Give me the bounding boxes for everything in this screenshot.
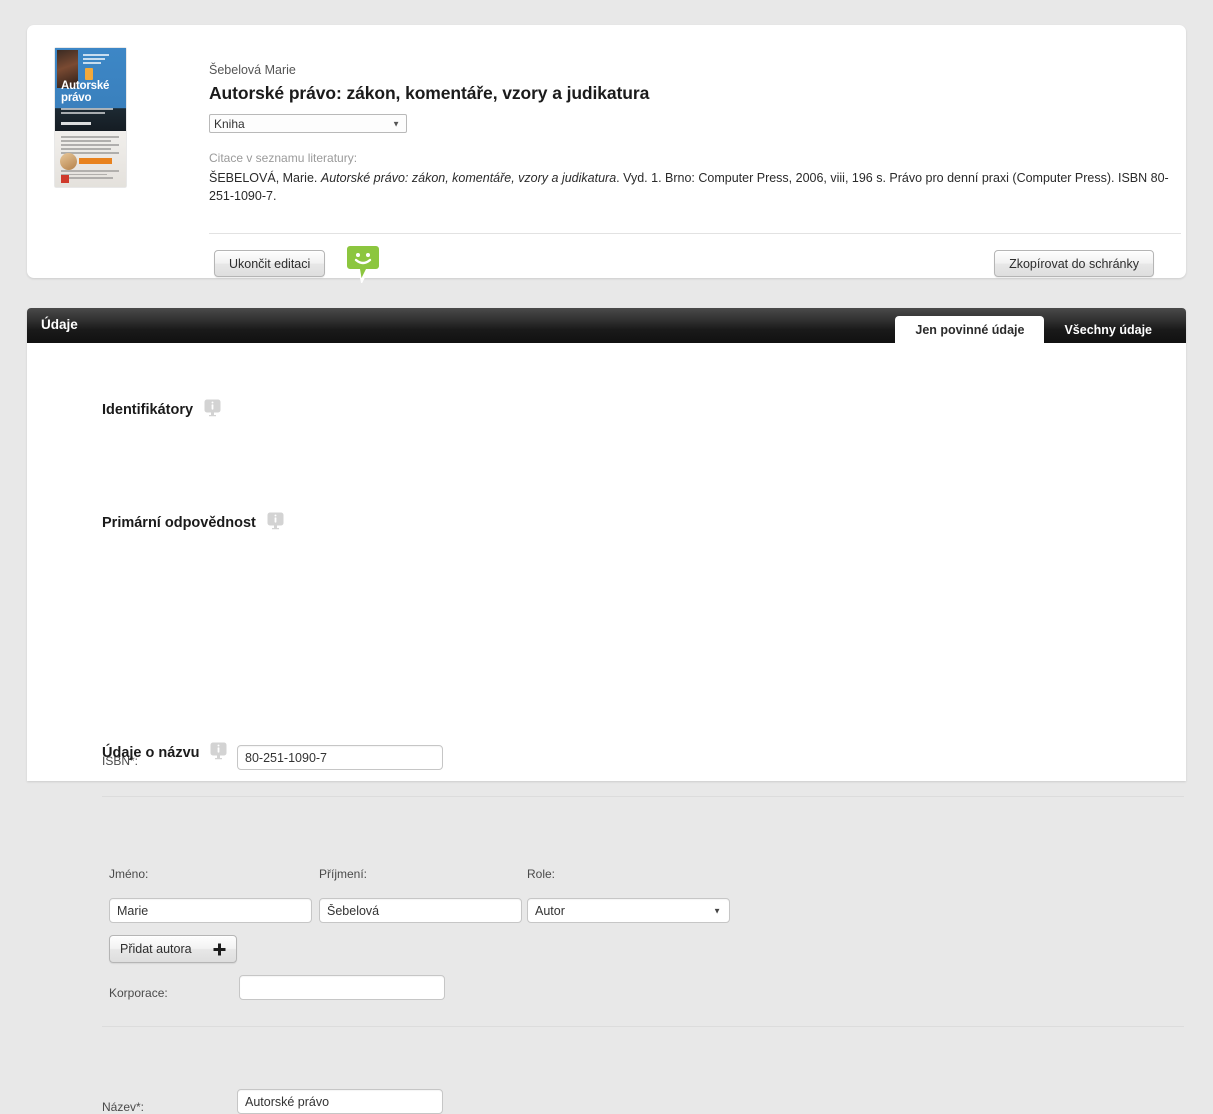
record-title: Autorské právo: zákon, komentáře, vzory … — [209, 83, 650, 103]
cover-orange-bar — [79, 158, 112, 164]
info-tooltip-icon[interactable] — [204, 399, 221, 418]
section-identifiers-heading: Identifikátory — [102, 399, 221, 419]
smiley-speech-bubble-icon[interactable] — [344, 243, 382, 285]
book-cover-image: Autorské právo — [55, 48, 126, 187]
section-divider-1 — [102, 796, 1184, 797]
citation-work-title: Autorské právo: zákon, komentáře, vzory … — [320, 171, 617, 185]
citation-label: Citace v seznamu literatury: — [209, 151, 358, 165]
cover-title-line2: právo — [61, 92, 92, 104]
role-label: Role: — [527, 867, 556, 881]
isbn-input[interactable] — [237, 745, 443, 770]
section-responsibility-heading: Primární odpovědnost — [102, 512, 284, 532]
first-name-input[interactable] — [109, 898, 312, 923]
tab-required-fields[interactable]: Jen povinné údaje — [895, 316, 1045, 343]
data-panel-header: Údaje Jen povinné údaje Všechny údaje — [27, 308, 1186, 343]
cover-badge — [85, 68, 93, 80]
citation-text: ŠEBELOVÁ, Marie. Autorské právo: zákon, … — [209, 169, 1181, 205]
add-author-button[interactable]: Přidat autora — [109, 935, 237, 963]
citation-author: ŠEBELOVÁ, Marie. — [209, 171, 318, 185]
cover-publisher-mark — [61, 175, 69, 183]
info-tooltip-icon[interactable] — [210, 742, 227, 761]
cover-author-line — [61, 122, 91, 125]
citation-divider — [209, 233, 1181, 234]
cover-subtitle-lines — [61, 108, 117, 116]
citation-details: Šebelová Marie Autorské právo: zákon, ko… — [209, 63, 1169, 205]
last-name-input[interactable] — [319, 898, 522, 923]
cover-circle-graphic — [60, 153, 77, 170]
citation-card: Autorské právo Šebelová Marie Autorské p… — [27, 25, 1186, 285]
end-edit-button[interactable]: Ukončit editaci — [214, 250, 326, 277]
role-select-value: Autor — [535, 903, 565, 918]
data-panel: Údaje Jen povinné údaje Všechny údaje Id… — [27, 308, 1186, 1114]
corporation-label: Korporace: — [109, 986, 168, 1000]
role-select[interactable]: Autor ▼ — [527, 898, 730, 923]
plus-icon — [213, 943, 226, 956]
info-tooltip-icon[interactable] — [267, 512, 284, 531]
document-type-value: Kniha — [214, 116, 245, 131]
last-name-label: Příjmení: — [319, 867, 368, 881]
add-author-label: Přidat autora — [120, 942, 192, 956]
cover-footer-lines — [61, 170, 121, 181]
section-divider-2 — [102, 1026, 1184, 1027]
name-input[interactable] — [237, 1089, 443, 1114]
name-label: Název*: — [102, 1100, 145, 1114]
panel-title: Údaje — [41, 317, 78, 332]
tab-all-fields[interactable]: Všechny údaje — [1044, 317, 1172, 343]
first-name-label: Jméno: — [109, 867, 149, 881]
chevron-down-icon: ▼ — [713, 906, 721, 915]
record-author: Šebelová Marie — [209, 63, 296, 77]
chevron-down-icon: ▼ — [392, 119, 400, 128]
cover-title: Autorské právo — [61, 80, 109, 104]
panel-tabs: Jen povinné údaje Všechny údaje — [895, 308, 1172, 343]
corporation-input[interactable] — [239, 975, 445, 1000]
section-identifiers-title: Identifikátory — [102, 401, 194, 418]
cover-title-line1: Autorské — [61, 80, 110, 92]
section-title-data-title: Údaje o názvu — [102, 744, 200, 761]
cover-header-lines — [83, 54, 121, 66]
document-type-select[interactable]: Kniha ▼ — [209, 114, 407, 133]
section-responsibility-title: Primární odpovědnost — [102, 514, 256, 531]
copy-to-clipboard-button[interactable]: Zkopírovat do schránky — [994, 250, 1154, 277]
book-cover-thumbnail: Autorské právo — [55, 48, 126, 187]
section-title-data-heading: Údaje o názvu — [102, 742, 227, 762]
page-root: Autorské právo Šebelová Marie Autorské p… — [0, 0, 1213, 1114]
